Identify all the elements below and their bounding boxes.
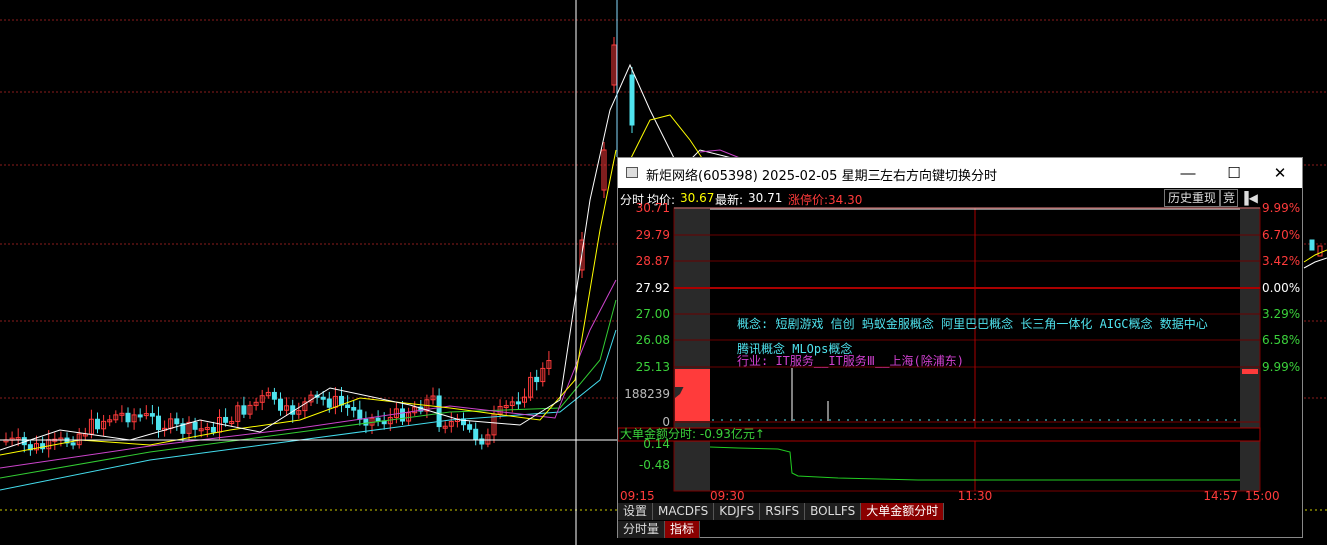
indicator-tab-3[interactable]: RSIFS <box>760 503 806 520</box>
indicator-tabs: 设置 MACDFS KDJFS RSIFS BOLLFS 大单金额分时 <box>618 503 945 521</box>
candle <box>241 405 247 415</box>
moving-average-line <box>0 329 617 491</box>
candle <box>351 407 357 411</box>
pct-axis-label: 6.70% <box>1262 228 1300 242</box>
time-axis-label: 09:30 <box>710 489 745 503</box>
candle <box>345 404 351 409</box>
candle <box>357 409 363 420</box>
candle <box>1309 239 1315 251</box>
candle <box>534 376 540 383</box>
price-axis-label: 27.92 <box>636 281 670 295</box>
sub-tab-1[interactable]: 指标 <box>665 521 701 538</box>
time-axis-label: 09:15 <box>620 489 655 503</box>
price-axis-label: 27.00 <box>636 307 670 321</box>
candle <box>473 428 479 440</box>
price-axis-label: 26.08 <box>636 333 670 347</box>
candle <box>137 414 143 418</box>
moving-average-line <box>1303 249 1327 263</box>
volume-axis-label: 188239 <box>624 387 670 401</box>
pct-axis-label: 6.58% <box>1262 333 1300 347</box>
indicator-tab-1[interactable]: MACDFS <box>653 503 715 520</box>
candle <box>278 398 283 411</box>
intraday-popup-window[interactable]: 新炬网络(605398) 2025-02-05 星期三 左右方向键切换分时 — … <box>617 157 1303 538</box>
pct-axis-label: 3.29% <box>1262 307 1300 321</box>
moving-average-line <box>0 299 617 479</box>
candle <box>629 74 635 126</box>
concept-line-1: 概念: 短剧游戏 信创 蚂蚁金服概念 阿里巴巴概念 长三角一体化 AIGC概念 … <box>737 317 1208 331</box>
bigorder-axis-label: 0.14 <box>643 437 670 451</box>
candle <box>156 415 161 431</box>
candle <box>174 418 180 425</box>
sub-tabs: 分时量 指标 <box>618 521 701 539</box>
auction-volume-block <box>675 369 710 387</box>
indicator-tab-5[interactable]: 大单金额分时 <box>861 503 945 520</box>
pct-axis-label: 9.99% <box>1262 201 1300 215</box>
candle <box>149 413 155 417</box>
close-auction-volume <box>1242 369 1258 374</box>
candle <box>223 416 229 423</box>
indicator-tab-4[interactable]: BOLLFS <box>805 503 862 520</box>
candle <box>271 391 277 400</box>
indicator-tab-2[interactable]: KDJFS <box>714 503 761 520</box>
candle <box>320 396 326 400</box>
bigorder-label: 大单金额分时: -0.93亿元↑ <box>620 426 765 441</box>
price-axis-label: 30.71 <box>636 201 670 215</box>
aftermarket-panel <box>1240 208 1260 491</box>
candle <box>467 424 473 430</box>
time-axis-label: 11:30 <box>958 489 993 503</box>
pct-axis-label: 0.00% <box>1262 281 1300 295</box>
candle <box>125 412 131 423</box>
candle <box>70 442 76 446</box>
candle <box>326 398 332 408</box>
bigorder-axis-label: -0.48 <box>639 458 670 472</box>
candle <box>363 418 369 426</box>
pct-axis-label: 9.99% <box>1262 360 1300 374</box>
price-axis-label: 25.13 <box>636 360 670 374</box>
candle <box>515 401 521 405</box>
sub-tab-0[interactable]: 分时量 <box>618 521 666 538</box>
pct-axis-label: 3.42% <box>1262 254 1300 268</box>
candle <box>40 443 46 450</box>
candle <box>95 418 100 430</box>
premarket-panel <box>674 208 710 491</box>
price-axis-label: 28.87 <box>636 254 670 268</box>
candle <box>400 408 405 422</box>
industry-line: 行业: IT服务__IT服务Ⅲ__上海(除浦东) <box>737 354 964 368</box>
candle <box>375 417 381 422</box>
indicator-tab-0[interactable]: 设置 <box>618 503 654 520</box>
candle <box>192 421 198 430</box>
time-axis-label: 15:00 <box>1245 489 1280 503</box>
price-axis-label: 29.79 <box>636 228 670 242</box>
time-axis-label: 14:57 <box>1203 489 1238 503</box>
candle <box>210 426 216 433</box>
candle <box>1317 245 1323 257</box>
